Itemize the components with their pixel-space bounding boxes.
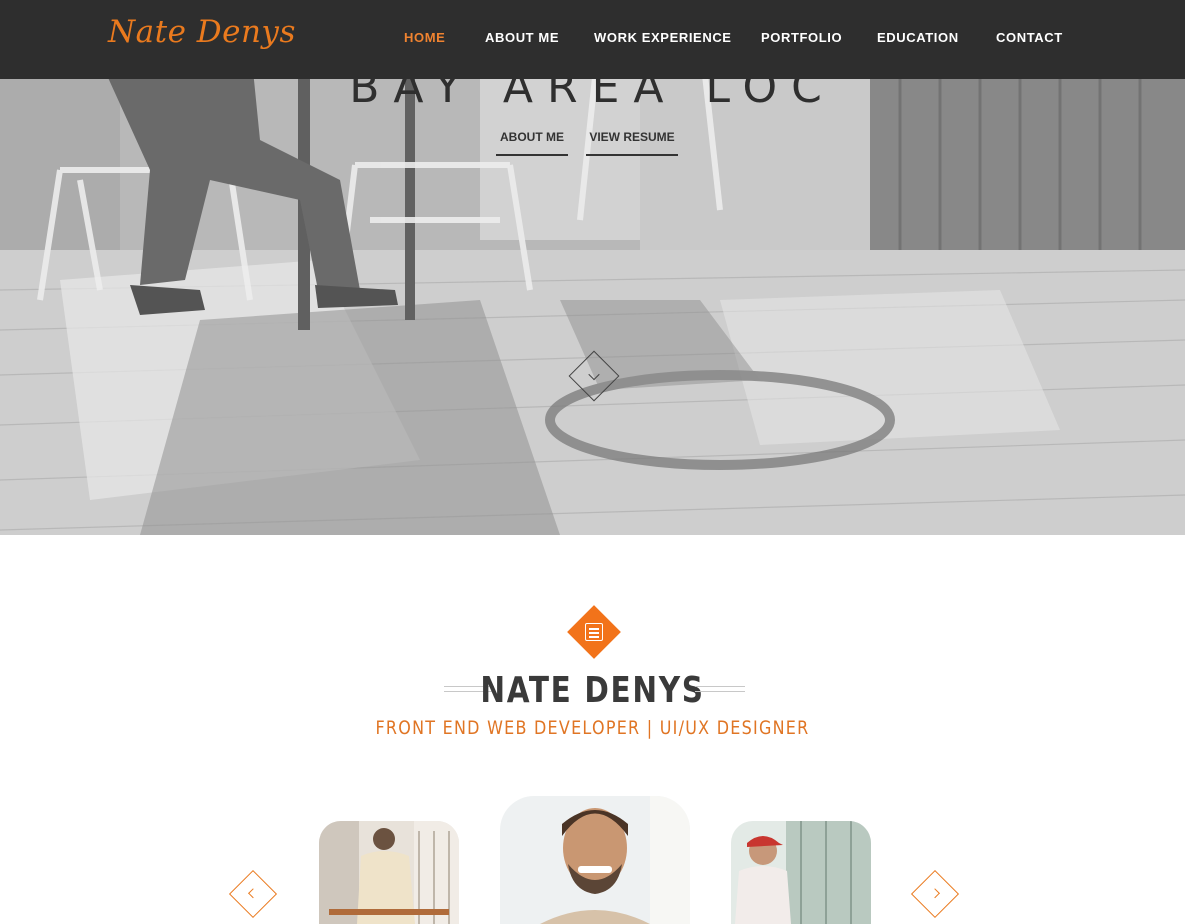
view-resume-button[interactable]: VIEW RESUME — [586, 130, 678, 156]
chevron-right-icon — [930, 888, 940, 899]
photo-at-desk-image — [319, 821, 459, 924]
title-rule-right — [695, 686, 745, 692]
carousel-next-button[interactable] — [910, 869, 960, 919]
carousel-photo-desk[interactable] — [319, 821, 459, 924]
profile-name: NATE DENYS — [480, 670, 705, 711]
about-me-button[interactable]: ABOUT ME — [496, 130, 568, 156]
id-card-icon — [585, 623, 603, 641]
nav-item-portfolio[interactable]: PORTFOLIO — [761, 30, 842, 45]
carousel-photo-portrait[interactable] — [500, 796, 690, 924]
portrait-smiling-image — [500, 796, 690, 924]
chevron-left-icon — [248, 888, 258, 899]
main-nav: HOME ABOUT ME WORK EXPERIENCE PORTFOLIO … — [0, 30, 1185, 50]
nav-item-about-me[interactable]: ABOUT ME — [485, 30, 559, 45]
carousel-photo-cap[interactable] — [731, 821, 871, 924]
carousel-prev-button[interactable] — [228, 869, 278, 919]
top-navbar: Nate Denys HOME ABOUT ME WORK EXPERIENCE… — [0, 0, 1185, 79]
nav-item-work-experience[interactable]: WORK EXPERIENCE — [594, 30, 732, 45]
hero-section: BAY AREA LOC ABOUT ME VIEW RESUME — [0, 0, 1185, 535]
nav-item-home[interactable]: HOME — [404, 30, 445, 45]
photo-with-cap-image — [731, 821, 871, 924]
profile-subtitle: FRONT END WEB DEVELOPER | UI/UX DESIGNER — [375, 717, 810, 739]
nav-item-contact[interactable]: CONTACT — [996, 30, 1063, 45]
nav-item-education[interactable]: EDUCATION — [877, 30, 959, 45]
